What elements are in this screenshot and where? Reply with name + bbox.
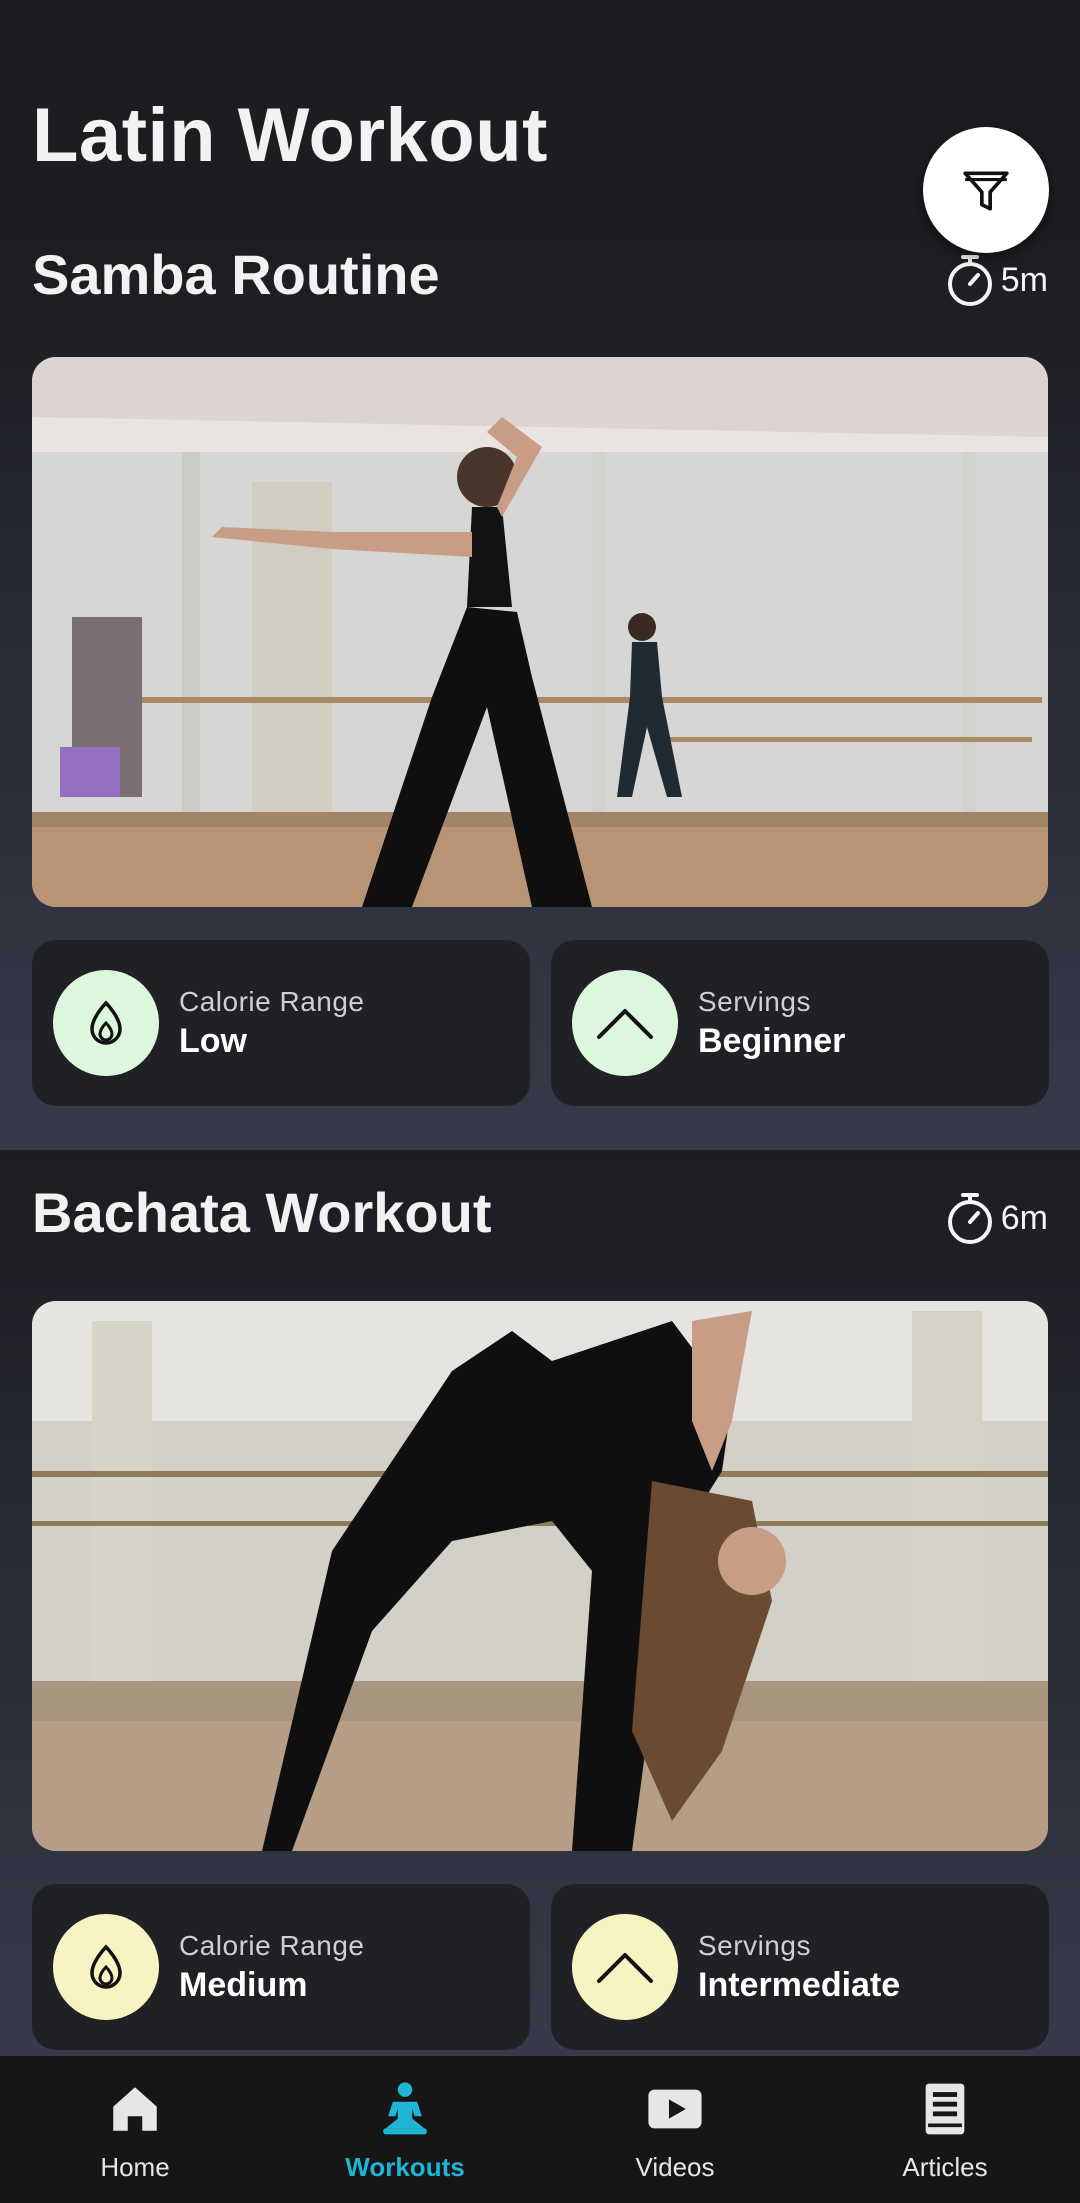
stat-value: Intermediate [698, 1965, 901, 2004]
stat-value: Medium [179, 1965, 308, 2004]
duration-value: 5m [1000, 260, 1048, 299]
nav-label: Videos [635, 2152, 715, 2182]
filter-icon [963, 171, 1009, 211]
nav-item-workouts[interactable]: Workouts [270, 2056, 540, 2203]
nav-label: Articles [902, 2152, 988, 2182]
workout-person-icon [383, 2082, 427, 2135]
stat-icon-circle [53, 1914, 159, 2020]
stat-label: Servings [698, 1929, 811, 1961]
play-video-icon [648, 2089, 702, 2129]
nav-item-home[interactable]: Home [0, 2056, 270, 2203]
stopwatch-icon [947, 255, 992, 306]
bottom-navigation: Home Workouts Videos Articles [0, 2056, 1080, 2203]
dancer-stretch-studio-photo[interactable] [32, 357, 1048, 907]
chevron-up-icon [597, 1009, 653, 1039]
workout-title: Samba Routine [32, 243, 440, 306]
chevron-up-icon [597, 1953, 653, 1983]
level-card: Servings Beginner [551, 940, 1049, 1106]
page-title: Latin Workout [32, 93, 548, 178]
stat-label: Calorie Range [179, 1929, 365, 1961]
workout-card-samba[interactable]: Samba Routine 5m Calorie Range Low Servi… [0, 230, 1080, 1150]
stat-value: Low [179, 1021, 247, 1060]
stopwatch-icon [947, 1193, 992, 1244]
level-card: Servings Intermediate [551, 1884, 1049, 2050]
workout-title: Bachata Workout [32, 1181, 492, 1244]
duration-value: 6m [1000, 1198, 1048, 1237]
workout-photo [32, 1301, 1048, 1851]
dancer-backbend-studio-photo[interactable] [32, 1301, 1048, 1851]
stat-label: Servings [698, 985, 811, 1017]
flame-icon [90, 1944, 122, 1989]
nav-item-videos[interactable]: Videos [540, 2056, 810, 2203]
workout-card-bachata[interactable]: Bachata Workout 6m Calorie Range Medium … [0, 1150, 1080, 2056]
calorie-range-card: Calorie Range Low [32, 940, 530, 1106]
workout-duration: 5m [943, 252, 1048, 308]
stat-icon-circle [572, 1914, 678, 2020]
nav-label: Home [100, 2152, 170, 2182]
stat-icon-circle [53, 970, 159, 1076]
nav-label: Workouts [345, 2152, 465, 2182]
book-icon [925, 2083, 965, 2135]
filter-button[interactable] [923, 127, 1049, 253]
workout-duration: 6m [943, 1190, 1048, 1246]
stat-label: Calorie Range [179, 985, 365, 1017]
workout-photo [32, 357, 1048, 907]
screen: Latin Workout Samba Routine 5m Calorie R… [0, 0, 1080, 2203]
home-icon [113, 2087, 157, 2131]
calorie-range-card: Calorie Range Medium [32, 1884, 530, 2050]
flame-icon [90, 1000, 122, 1045]
nav-item-articles[interactable]: Articles [810, 2056, 1080, 2203]
stat-value: Beginner [698, 1021, 846, 1060]
stat-icon-circle [572, 970, 678, 1076]
